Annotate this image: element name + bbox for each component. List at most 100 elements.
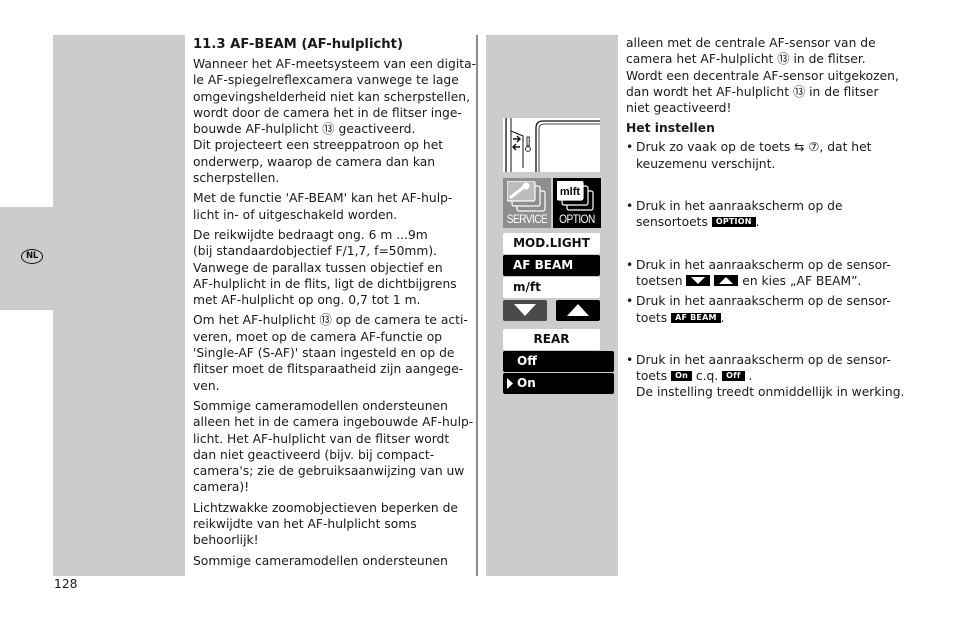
text-line: 'Single-AF (S-AF)' staan ingesteld en op… bbox=[193, 346, 455, 361]
text-line: (bij standaardobjectief F/1,7, f=50mm). bbox=[193, 244, 438, 259]
text-line: bouwde AF-hulplicht ⑬ geactiveerd. bbox=[193, 122, 416, 137]
column-divider bbox=[476, 35, 478, 576]
mft-button[interactable]: m/ft bbox=[503, 277, 600, 298]
scroll-down-button[interactable] bbox=[503, 300, 547, 321]
section-heading: 11.3 AF-BEAM (AF-hulplicht) bbox=[193, 37, 404, 52]
triangle-up-icon bbox=[719, 276, 734, 284]
text-line: Sommige cameramodellen ondersteunen bbox=[193, 553, 448, 568]
on-key-chip: On bbox=[671, 371, 692, 382]
text-line: Wordt een decentrale AF-sensor uitgekoze… bbox=[626, 68, 899, 83]
step-text-post: . bbox=[744, 369, 753, 384]
text-line: Lichtzwakke zoomobjectieven beperken de bbox=[193, 500, 458, 515]
step-text-pre: toets bbox=[636, 369, 672, 384]
option-key-chip: OPTION bbox=[711, 217, 756, 228]
step-1: Druk zo vaak op de toets ⇆ ⑦, dat het ke… bbox=[626, 139, 916, 172]
left-paragraphs: Wanneer het AF-meetsysteem van een digit… bbox=[193, 56, 477, 569]
text-line: veren, moet op de camera AF-functie op bbox=[193, 329, 443, 344]
step-text: Druk in het aanraakscherm op de sensor- bbox=[636, 294, 891, 309]
step-text: Druk zo vaak op de toets ⇆ ⑦, dat het bbox=[636, 140, 872, 155]
mft-icon-text: mlft bbox=[560, 186, 581, 198]
menu-tiles: SERVICE mlft OPTION bbox=[503, 178, 601, 228]
rear-on-option[interactable]: On bbox=[503, 373, 614, 394]
text-line: omgevingshelderheid niet kan scherpstell… bbox=[193, 89, 470, 104]
left-margin-panel bbox=[53, 35, 185, 576]
text-line: Om het AF-hulplicht ⑬ op de camera te ac… bbox=[193, 313, 468, 328]
step-text-post: en kies „AF BEAM”. bbox=[738, 273, 862, 288]
text-line: onderwerp, waarop de camera dan kan bbox=[193, 154, 436, 169]
right-column: alleen met de centrale AF-sensor van de … bbox=[626, 35, 916, 405]
flash-side-icon bbox=[505, 118, 600, 172]
mft-option-icon: mlft bbox=[557, 181, 594, 211]
text-line: flitser moet de flitsparaatheid zijn aan… bbox=[193, 362, 464, 377]
text-line: De reikwijdte bedraagt ong. 6 m ...9m bbox=[193, 227, 428, 242]
step-3: Druk in het aanraakscherm op de sensor- … bbox=[626, 257, 916, 290]
text-line: ven. bbox=[193, 378, 220, 393]
step-text: toets AF BEAM. bbox=[636, 310, 916, 326]
text-line: Dit projecteert een streeppatroon op het bbox=[193, 138, 444, 153]
text-line: licht in- of uitgeschakeld worden. bbox=[193, 207, 398, 222]
mod-light-button[interactable]: MOD.LIGHT bbox=[503, 233, 600, 254]
step-text-post: . bbox=[755, 215, 760, 230]
selected-marker-icon bbox=[507, 378, 513, 389]
language-badge: NL bbox=[21, 249, 43, 264]
paragraph: Met de functie 'AF-BEAM' kan het AF-hulp… bbox=[193, 190, 471, 223]
left-column: 11.3 AF-BEAM (AF-hulplicht) Wanneer het … bbox=[193, 35, 477, 573]
af-beam-key-chip: AF BEAM bbox=[671, 312, 721, 323]
paragraph: Wanneer het AF-meetsysteem van een digit… bbox=[193, 56, 477, 186]
step-5: Druk in het aanraakscherm op de sensor- … bbox=[626, 352, 916, 401]
text-line: camera)! bbox=[193, 480, 250, 495]
text-line: Sommige cameramodellen ondersteunen bbox=[193, 398, 448, 413]
step-text: sensortoets OPTION. bbox=[636, 214, 916, 230]
step-4: Druk in het aanraakscherm op de sensor- … bbox=[626, 293, 916, 326]
step-text-mid: c.q. bbox=[691, 369, 723, 384]
step-text-pre: toets bbox=[636, 310, 672, 325]
text-line: Vanwege de parallax tussen objectief en bbox=[193, 260, 443, 275]
step-text: Druk in het aanraakscherm op de sensor- bbox=[636, 352, 891, 367]
triangle-down-icon bbox=[691, 276, 706, 284]
flash-body-illustration bbox=[503, 118, 600, 172]
text-line: camera het AF-hulplicht ⑬ in de flitser. bbox=[626, 52, 866, 67]
off-key-chip: Off bbox=[722, 371, 745, 382]
scroll-up-button[interactable] bbox=[556, 300, 600, 321]
af-beam-button[interactable]: AF BEAM bbox=[503, 255, 600, 276]
service-label: SERVICE bbox=[506, 214, 548, 226]
text-line: met AF-hulplicht op ong. 0,7 tot 1 m. bbox=[193, 293, 421, 308]
text-line: alleen het in de camera ingebouwde AF-hu… bbox=[193, 415, 474, 430]
subheading: Het instellen bbox=[626, 121, 715, 136]
rear-header: REAR bbox=[503, 329, 600, 350]
paragraph: Lichtzwakke zoomobjectieven beperken de r… bbox=[193, 500, 471, 549]
option-tile[interactable]: mlft OPTION bbox=[553, 178, 601, 228]
step-text-post: . bbox=[720, 310, 725, 325]
step-text: Druk in het aanraakscherm op de bbox=[636, 199, 843, 214]
option-label: OPTION bbox=[559, 214, 595, 226]
text-line: Wanneer het AF-meetsysteem van een digit… bbox=[193, 57, 477, 71]
text-line: niet geactiveerd! bbox=[626, 101, 732, 116]
text-line: behoorlijk! bbox=[193, 533, 259, 548]
step-text: De instelling treedt onmiddellijk in wer… bbox=[636, 385, 905, 400]
on-label: On bbox=[517, 376, 536, 390]
text-line: dan niet geactiveerd (bijv. bij compact- bbox=[193, 447, 435, 462]
step-text-pre: toetsen bbox=[636, 273, 687, 288]
triangle-down-icon bbox=[514, 304, 536, 316]
step-2: Druk in het aanraakscherm op de sensorto… bbox=[626, 198, 916, 231]
service-tile[interactable]: SERVICE bbox=[503, 178, 551, 228]
wrench-icon bbox=[507, 181, 546, 212]
intro-paragraph: alleen met de centrale AF-sensor van de … bbox=[626, 35, 916, 116]
step-text: toets On c.q. Off . bbox=[636, 368, 916, 384]
text-line: camera's; zie de gebruiksaanwijzing van … bbox=[193, 464, 465, 479]
step-text: keuzemenu verschijnt. bbox=[636, 156, 776, 171]
text-line: Met de functie 'AF-BEAM' kan het AF-hulp… bbox=[193, 191, 453, 206]
text-line: le AF-spiegelreflexcamera vanwege te lag… bbox=[193, 73, 459, 88]
text-line: alleen met de centrale AF-sensor van de bbox=[626, 36, 876, 50]
rear-off-option[interactable]: Off bbox=[503, 351, 614, 372]
text-line: scherpstellen. bbox=[193, 171, 280, 186]
triangle-up-icon bbox=[567, 304, 589, 316]
paragraph: Om het AF-hulplicht ⑬ op de camera te ac… bbox=[193, 312, 471, 393]
paragraph: Sommige cameramodellen ondersteunen allee… bbox=[193, 398, 474, 496]
text-line: reikwijdte van het AF-hulplicht soms bbox=[193, 517, 417, 532]
text-line: dan wordt het AF-hulplicht ⑬ in de flits… bbox=[626, 84, 879, 99]
down-key-chip bbox=[686, 274, 711, 286]
off-label: Off bbox=[517, 354, 537, 368]
text-line: wordt door de camera het in de flitser i… bbox=[193, 105, 462, 120]
page-number: 128 bbox=[54, 577, 78, 591]
